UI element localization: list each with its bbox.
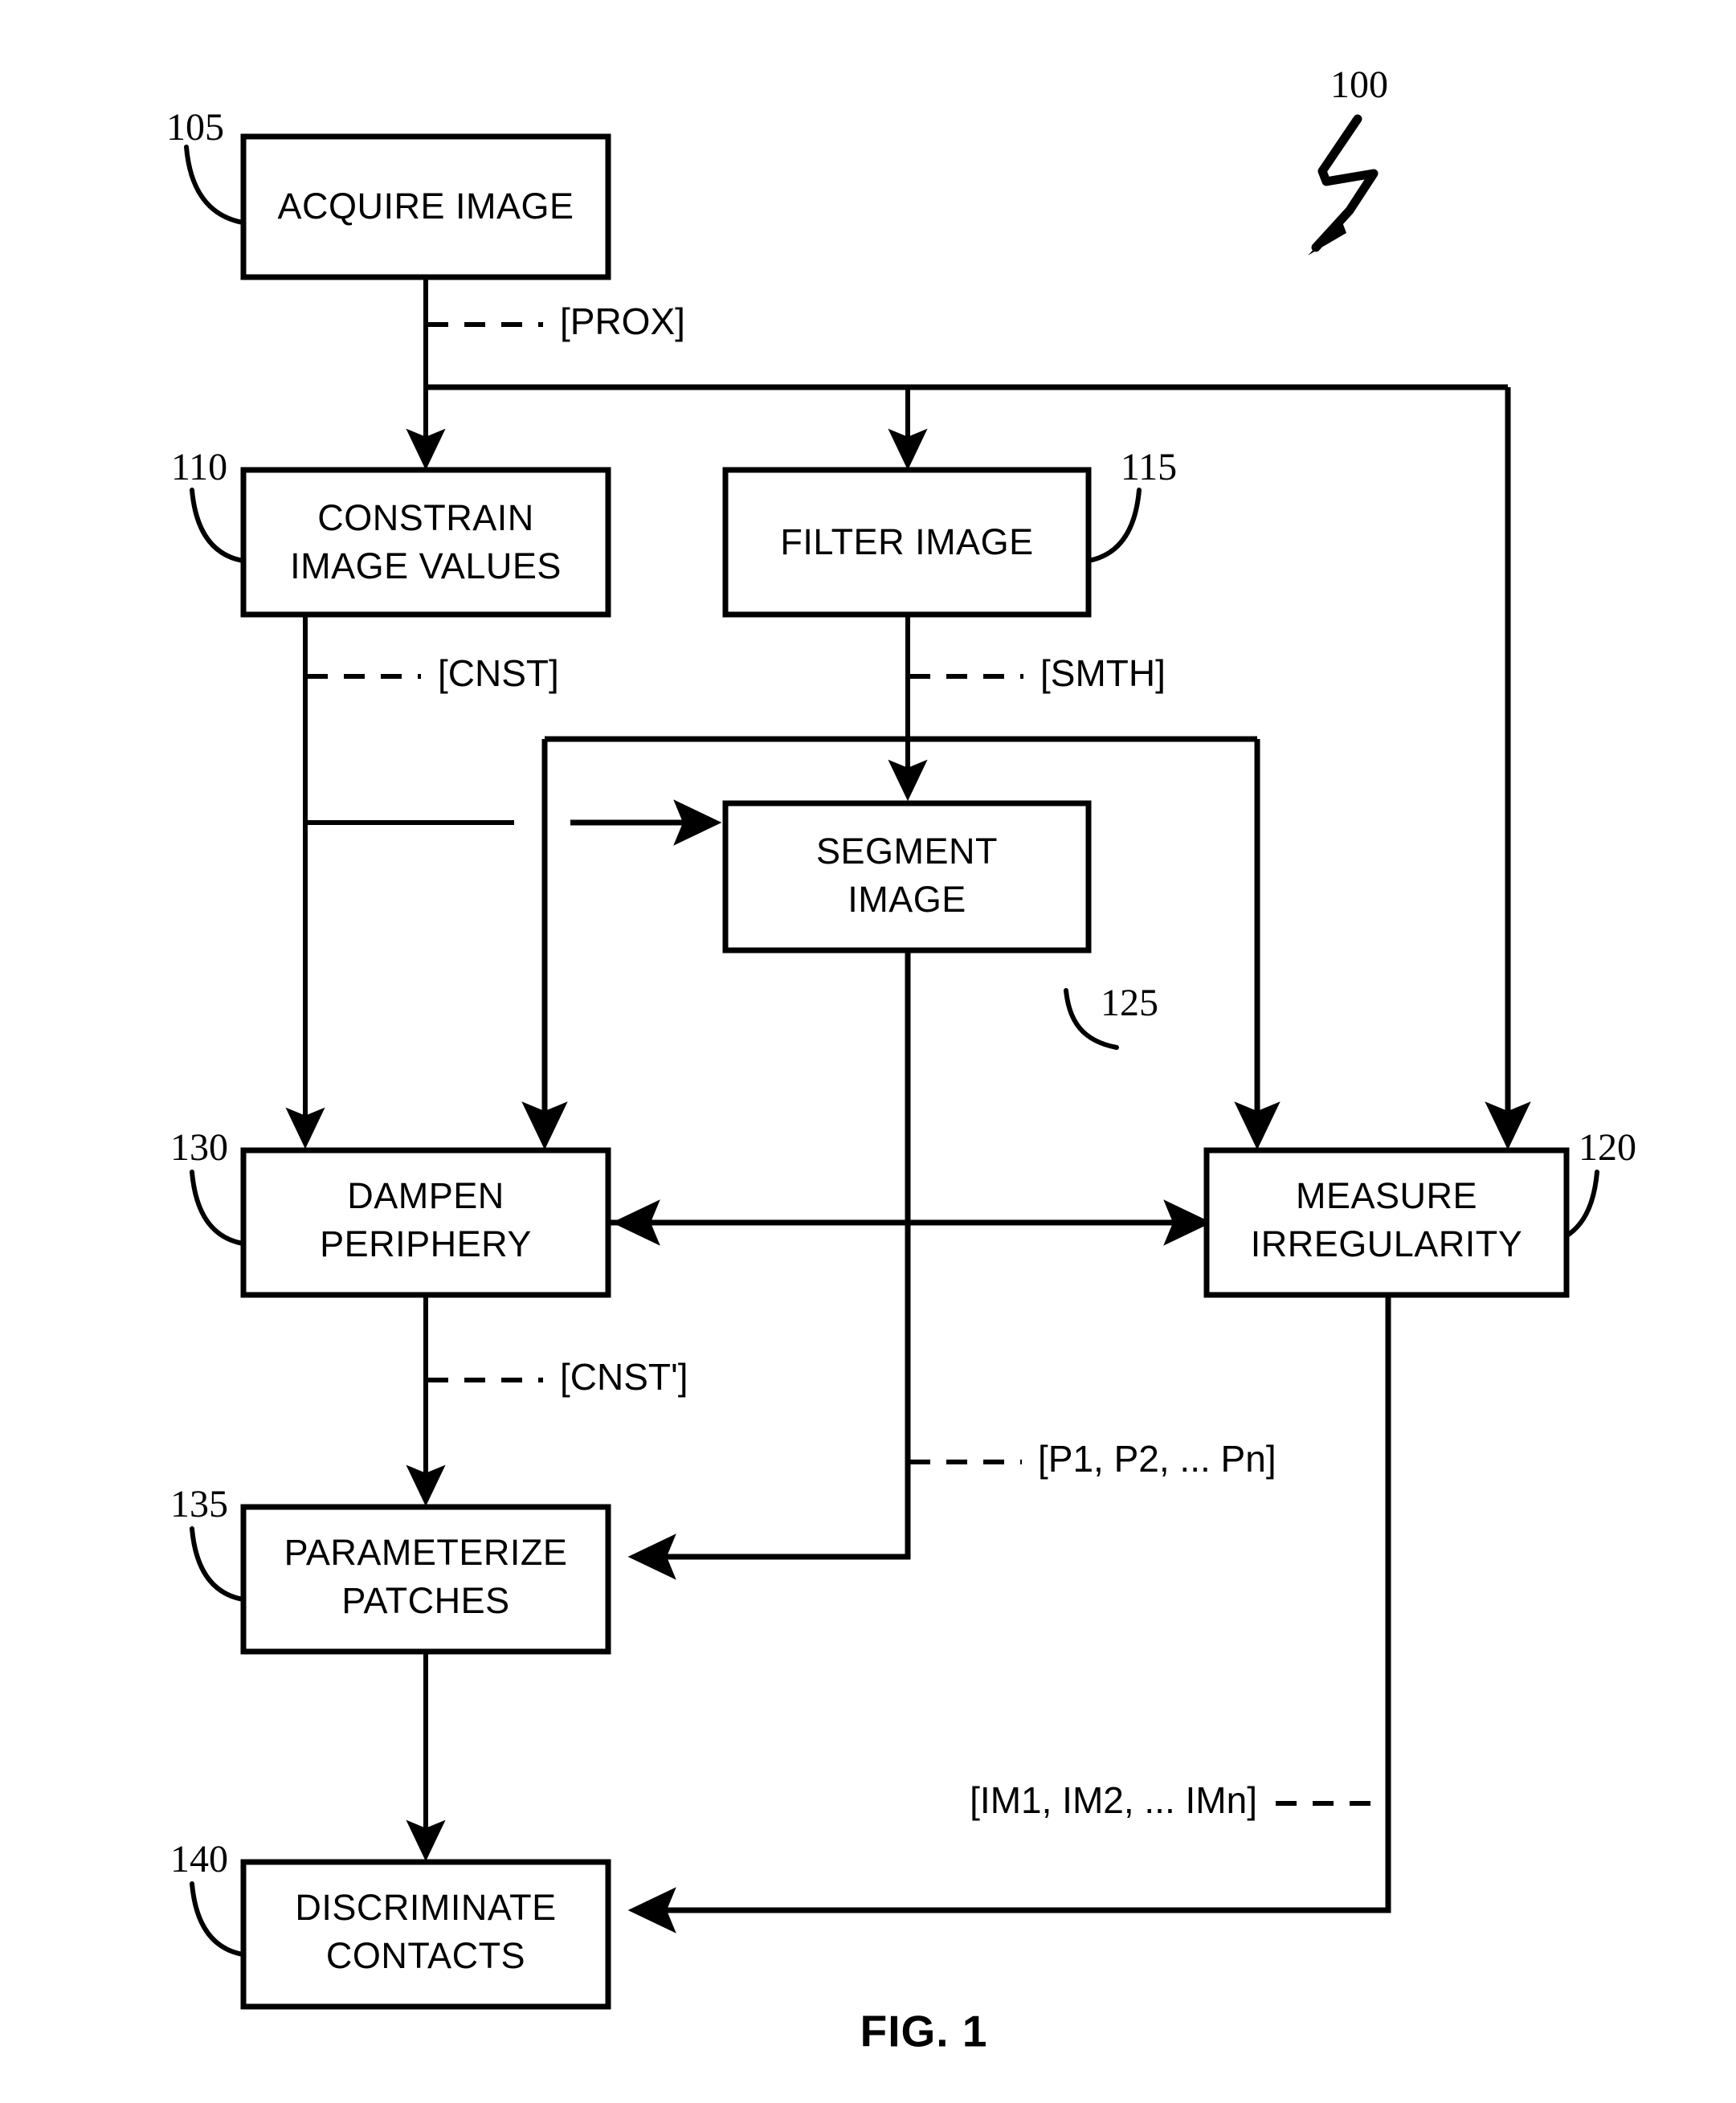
node-measure-irregularity-label-1: MEASURE [1296, 1175, 1477, 1216]
node-discriminate-contacts-label-1: DISCRIMINATE [295, 1887, 556, 1928]
signal-label-cnst: [CNST] [438, 652, 559, 694]
node-parameterize-patches-label-1: PARAMETERIZE [284, 1532, 568, 1573]
leader-130 [190, 1170, 245, 1246]
leader-110 [190, 488, 245, 563]
leader-105 [184, 145, 245, 225]
leader-135 [190, 1526, 245, 1602]
node-constrain-image-values-label-1: CONSTRAIN [317, 497, 534, 538]
node-filter-image-label: FILTER IMAGE [780, 521, 1033, 562]
signal-label-smth: [SMTH] [1040, 652, 1166, 694]
ref-number-135: 135 [170, 1483, 228, 1525]
edge-segment-to-parameterize [627, 950, 911, 1580]
ref-number-100: 100 [1330, 63, 1388, 106]
ref-number-120: 120 [1579, 1126, 1636, 1169]
node-segment-image-label-1: SEGMENT [816, 831, 998, 872]
node-constrain-image-values[interactable] [240, 467, 611, 618]
figure-pointer-arrowhead [1308, 220, 1346, 255]
leader-115 [1086, 488, 1142, 563]
ref-number-105: 105 [166, 106, 224, 149]
leader-140 [190, 1881, 245, 1957]
node-constrain-image-values-label-2: IMAGE VALUES [290, 545, 562, 586]
node-acquire-image-label: ACQUIRE IMAGE [277, 186, 574, 227]
signal-label-cnst-prime: [CNST'] [560, 1356, 688, 1398]
ref-number-140: 140 [170, 1838, 228, 1880]
node-dampen-periphery-label-2: PERIPHERY [320, 1223, 532, 1264]
signal-label-prox: [PROX] [560, 300, 685, 342]
figure-caption: FIG. 1 [860, 2007, 988, 2056]
ref-number-125: 125 [1101, 982, 1158, 1024]
node-parameterize-patches-label-2: PATCHES [341, 1580, 509, 1621]
signal-label-patches: [P1, P2, ... Pn] [1038, 1438, 1276, 1480]
ref-number-130: 130 [170, 1126, 228, 1169]
node-discriminate-contacts-label-2: CONTACTS [326, 1935, 525, 1976]
signal-label-irregularity: [IM1, IM2, ... IMn] [970, 1779, 1257, 1821]
node-measure-irregularity-label-2: IRREGULARITY [1251, 1223, 1523, 1264]
node-dampen-periphery-label-1: DAMPEN [347, 1175, 504, 1216]
ref-number-115: 115 [1121, 446, 1177, 488]
node-segment-image-label-2: IMAGE [848, 879, 966, 920]
ref-number-110: 110 [171, 446, 227, 488]
figure-pointer-bolt [1311, 114, 1379, 252]
node-segment-image[interactable] [722, 800, 1092, 953]
flowchart-canvas: ACQUIRE IMAGE CONSTRAIN IMAGE VALUES FIL… [166, 63, 1636, 2056]
patent-figure-1: ACQUIRE IMAGE CONSTRAIN IMAGE VALUES FIL… [0, 0, 1736, 2103]
